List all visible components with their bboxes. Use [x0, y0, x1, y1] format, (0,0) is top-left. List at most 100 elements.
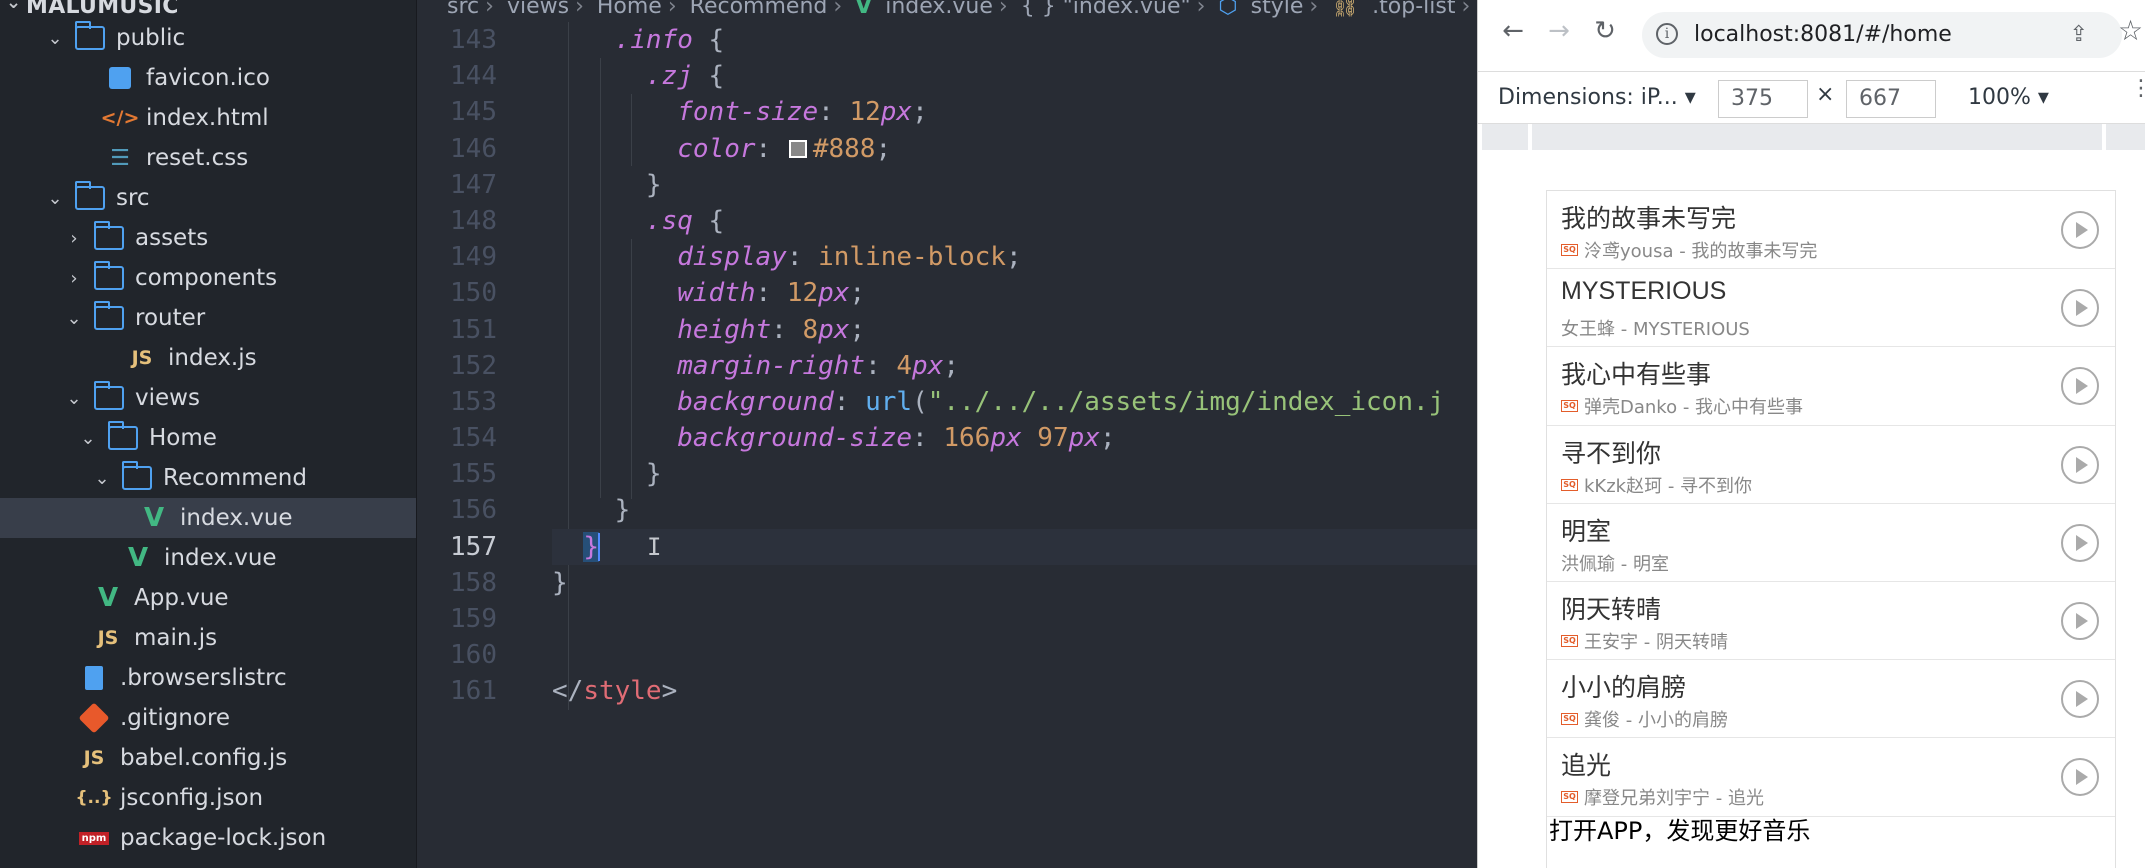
tree-file-recommend-index-vue[interactable]: ⌄ V index.vue	[0, 498, 416, 538]
song-subtitle: 王安宇 - 阴天转晴	[1584, 631, 1728, 653]
zoom-select[interactable]: 100% ▾	[1968, 80, 2049, 116]
code-editor[interactable]: 143 144 145 146 147 148 149 150 151 152 …	[417, 22, 1477, 868]
breadcrumb-class[interactable]: .top-list	[1372, 0, 1455, 19]
play-icon[interactable]	[2061, 601, 2099, 640]
song-subtitle: 摩登兄弟刘宇宁 - 追光	[1584, 788, 1764, 810]
chevron-right-icon: ›	[70, 267, 78, 289]
song-item[interactable]: 我心中有些事 SQ 弹壳Danko - 我心中有些事	[1547, 347, 2115, 426]
tree-folder-router[interactable]: ⌄ router	[0, 298, 416, 338]
folder-icon	[93, 381, 125, 410]
song-item[interactable]: 阴天转晴 SQ 王安宇 - 阴天转晴	[1547, 582, 2115, 661]
song-subtitle-row: SQ 王安宇 - 阴天转晴	[1561, 628, 1728, 654]
tree-file-app-vue[interactable]: ⌄ V App.vue	[0, 578, 416, 618]
song-item[interactable]: MYSTERIOUS 女王蜂 - MYSTERIOUS	[1547, 269, 2115, 348]
star-icon[interactable]: ☆	[2118, 14, 2143, 47]
play-icon[interactable]	[2061, 680, 2099, 719]
play-icon[interactable]	[2061, 289, 2099, 328]
code-line: color: #888;	[677, 133, 892, 164]
js-file-icon: JS	[131, 347, 153, 369]
height-input[interactable]: 667	[1846, 80, 1936, 118]
play-icon[interactable]	[2061, 367, 2099, 406]
media-query-segment[interactable]	[1532, 124, 2102, 150]
line-number: 144	[450, 61, 497, 92]
chevron-down-icon: ⌄	[47, 27, 63, 49]
code-line: .zj {	[645, 61, 725, 92]
device-select[interactable]: Dimensions: iP... ▾	[1498, 80, 1696, 116]
tree-folder-views[interactable]: ⌄ views	[0, 378, 416, 418]
media-query-segment[interactable]	[2106, 124, 2145, 150]
song-title: 我的故事未写完	[1561, 205, 1737, 233]
tree-item-label: .gitignore	[120, 705, 231, 731]
tree-folder-src[interactable]: ⌄ src	[0, 178, 416, 218]
line-number: 159	[450, 604, 497, 634]
tree-file-main-js[interactable]: ⌄ JS main.js	[0, 618, 416, 658]
song-item[interactable]: 小小的肩膀 SQ 龚俊 - 小小的肩膀	[1547, 660, 2115, 739]
tree-folder-assets[interactable]: › assets	[0, 218, 416, 258]
tree-folder-public[interactable]: ⌄ public	[0, 18, 416, 58]
play-icon[interactable]	[2061, 523, 2099, 562]
tree-folder-components[interactable]: › components	[0, 258, 416, 298]
breadcrumb-src[interactable]: src	[447, 0, 479, 19]
tree-item-label: index.html	[146, 105, 269, 131]
vue-file-icon: V	[97, 583, 119, 613]
device-toolbar: Dimensions: iP... ▾ 375 × 667 100% ▾ ⋮	[1478, 72, 2145, 124]
tree-file-index-html[interactable]: ⌄ </> index.html	[0, 98, 416, 138]
back-arrow-icon[interactable]: ←	[1496, 14, 1530, 48]
breadcrumb-scope[interactable]: { } "index.vue"	[1021, 0, 1191, 19]
tree-item-label: jsconfig.json	[120, 785, 264, 811]
share-icon[interactable]: ⇪	[2070, 12, 2088, 58]
width-input[interactable]: 375	[1718, 80, 1808, 118]
line-number: 145	[450, 97, 497, 128]
open-app-banner[interactable]: 打开APP，发现更好音乐	[1547, 811, 1810, 846]
explorer-sidebar: ⌄ MALUMUSIC ⌄ public ⌄ favicon.ico ⌄ </>…	[0, 0, 417, 868]
tree-folder-recommend[interactable]: ⌄ Recommend	[0, 458, 416, 498]
tree-file-gitignore[interactable]: ⌄ .gitignore	[0, 698, 416, 738]
explorer-root-header[interactable]: ⌄ MALUMUSIC	[0, 0, 416, 20]
tree-file-favicon[interactable]: ⌄ favicon.ico	[0, 58, 416, 98]
breadcrumb-views[interactable]: views	[507, 0, 569, 19]
tree-file-package-lock[interactable]: ⌄ npm package-lock.json	[0, 818, 416, 858]
media-query-segment[interactable]	[1482, 124, 1528, 150]
chevron-right-icon: ›	[1461, 0, 1471, 19]
chevron-down-icon: ⌄	[94, 467, 110, 489]
song-title: 阴天转晴	[1561, 595, 1662, 624]
tree-file-home-index-vue[interactable]: ⌄ V index.vue	[0, 538, 416, 578]
song-item[interactable]: 我的故事未写完 SQ 泠鸢yousa - 我的故事未写完	[1547, 191, 2115, 270]
song-subtitle-row: 洪佩瑜 - 明室	[1561, 550, 1669, 576]
more-options-icon[interactable]: ⋮	[2130, 76, 2145, 101]
song-item[interactable]: 寻不到你 SQ kKzk赵珂 - 寻不到你	[1547, 426, 2115, 504]
breadcrumb-style[interactable]: style	[1251, 0, 1304, 19]
song-title: 寻不到你	[1561, 439, 1662, 468]
line-number: 146	[450, 133, 497, 164]
git-icon	[78, 702, 110, 734]
tree-file-jsconfig[interactable]: ⌄ {..} jsconfig.json	[0, 778, 416, 818]
song-item[interactable]: 追光 SQ 摩登兄弟刘宇宁 - 追光	[1547, 738, 2115, 817]
tree-file-browserslistrc[interactable]: ⌄ .browserslistrc	[0, 658, 416, 698]
tree-file-reset-css[interactable]: ⌄ ☰ reset.css	[0, 138, 416, 178]
address-bar[interactable]: i localhost:8081/#/home ⇪	[1642, 12, 2122, 58]
forward-arrow-icon[interactable]: →	[1542, 14, 1576, 48]
breadcrumb-recommend[interactable]: Recommend	[690, 0, 828, 19]
color-swatch[interactable]	[788, 140, 807, 159]
sq-badge-icon: SQ	[1561, 791, 1578, 804]
tree-item-label: public	[116, 25, 186, 51]
code-line: background: url("../../../assets/img/ind…	[677, 386, 1445, 417]
tree-item-label: assets	[135, 225, 209, 251]
tree-file-router-index-js[interactable]: ⌄ JS index.js	[0, 338, 416, 378]
song-item[interactable]: 明室 洪佩瑜 - 明室	[1547, 504, 2115, 582]
html-file-icon: </>	[100, 107, 140, 129]
info-icon[interactable]: i	[1656, 23, 1678, 45]
breadcrumb-file[interactable]: index.vue	[885, 0, 993, 19]
folder-icon	[121, 461, 153, 490]
tree-file-babel-config[interactable]: ⌄ JS babel.config.js	[0, 738, 416, 778]
reload-icon[interactable]: ↻	[1588, 14, 1622, 48]
play-icon[interactable]	[2061, 758, 2099, 797]
tree-item-label: Recommend	[163, 465, 307, 491]
tree-folder-home[interactable]: ⌄ Home	[0, 418, 416, 458]
code-line: .info {	[614, 25, 725, 55]
play-icon[interactable]	[2061, 211, 2099, 249]
folder-icon	[107, 421, 139, 450]
tree-item-label: src	[116, 185, 150, 211]
play-icon[interactable]	[2061, 445, 2099, 484]
breadcrumb-home[interactable]: Home	[597, 0, 662, 19]
